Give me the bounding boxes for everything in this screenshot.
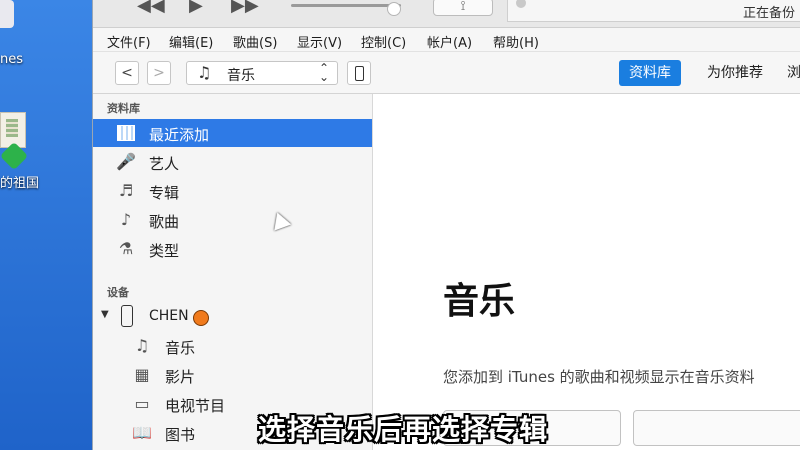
album-icon: ♬ [118,181,134,200]
play-icon[interactable]: ▶ [189,0,203,16]
genre-icon: ⚗ [118,239,134,258]
menu-file[interactable]: 文件(F) [107,32,151,51]
sidebar-item-label: 影片 [165,368,196,386]
media-type-label: 音乐 [227,68,255,84]
sidebar-item-label: 最近添加 [149,126,210,144]
volume-knob[interactable] [387,2,401,16]
status-text: 正在备份 [742,6,795,21]
forward-button[interactable]: > [147,61,171,85]
library-section-title: 资料库 [107,102,140,115]
book-icon: 📖 [132,423,152,442]
sidebar-item-label: 专辑 [149,184,180,202]
menu-song[interactable]: 歌曲(S) [233,32,277,51]
previous-icon[interactable]: ◀◀ [137,0,165,16]
device-name: CHEN [149,308,189,324]
tab-browse[interactable]: 浏 [787,60,800,86]
menu-edit[interactable]: 编辑(E) [169,32,213,51]
sidebar-item-device-music[interactable]: ♫ 音乐 [93,332,372,360]
menu-help[interactable]: 帮助(H) [493,32,539,51]
device-button[interactable] [347,61,371,85]
music-note-icon: ♫ [134,336,150,355]
status-dot-icon [516,0,526,8]
action-button-right[interactable] [633,410,800,446]
tab-library[interactable]: 资料库 [619,60,681,86]
next-icon[interactable]: ▶▶ [231,0,259,16]
tv-icon: ▭ [134,394,150,413]
sidebar-item-label: 音乐 [165,339,196,357]
tab-for-you[interactable]: 为你推荐 [697,60,773,86]
sidebar-item-label: 图书 [165,426,196,444]
volume-slider[interactable] [291,2,401,16]
itunes-desktop-label: nes [0,52,24,67]
chevron-right-icon: > [153,65,165,81]
itunes-desktop-icon[interactable] [0,0,14,28]
sidebar-item-label: 电视节目 [165,397,226,415]
sidebar-item-albums[interactable]: ♬ 专辑 [93,177,372,205]
sync-badge-icon [193,310,209,326]
menu-account[interactable]: 帐户(A) [427,32,472,51]
sidebar-item-artists[interactable]: 🎤 艺人 [93,148,372,176]
sidebar-item-label: 艺人 [149,155,180,173]
player-bar: ◀◀ ▶ ▶▶ ⟟ 正在备份 [93,0,800,28]
sidebar-item-songs[interactable]: ♪ 歌曲 [93,206,372,234]
chevron-updown-icon: ⌃ ⌄ [318,61,329,84]
video-subtitle: 选择音乐后再选择专辑 [258,413,549,446]
sidebar-item-label: 歌曲 [149,213,180,231]
media-type-select[interactable]: ♫ 音乐 ⌃ ⌄ [186,61,338,85]
folder-desktop-label: 的祖国 [0,176,40,191]
chevron-left-icon: < [121,65,133,81]
disclosure-triangle-icon[interactable]: ▼ [101,309,109,320]
menu-controls[interactable]: 控制(C) [361,32,406,51]
back-button[interactable]: < [115,61,139,85]
sidebar-item-recently-added[interactable]: 最近添加 [93,119,372,147]
toolbar: < > ♫ 音乐 ⌃ ⌄ 资料库 为你推荐 浏 [93,52,800,94]
airplay-icon: ⟟ [460,0,466,14]
sidebar-item-genres[interactable]: ⚗ 类型 [93,235,372,263]
microphone-icon: 🎤 [116,152,136,171]
itunes-window: ◀◀ ▶ ▶▶ ⟟ 正在备份 文件(F) 编辑(E) 歌曲(S) 显示(V) 控… [92,0,800,450]
recently-added-icon [115,122,137,144]
menu-bar: 文件(F) 编辑(E) 歌曲(S) 显示(V) 控制(C) 帐户(A) 帮助(H… [93,28,800,52]
airplay-button[interactable]: ⟟ [433,0,493,16]
devices-section-title: 设备 [107,286,129,299]
status-display: 正在备份 [507,0,800,22]
main-content: 音乐 您添加到 iTunes 的歌曲和视频显示在音乐资料 [373,94,800,450]
iphone-icon [121,305,133,327]
sidebar: 资料库 最近添加 🎤 艺人 ♬ 专辑 ♪ 歌曲 ⚗ 类型 设备 ▼ CHEN ♫… [93,94,373,450]
music-note-icon: ♫ [197,63,212,82]
sidebar-item-label: 类型 [149,242,180,260]
sidebar-item-device[interactable]: ▼ CHEN [93,303,372,331]
page-title: 音乐 [443,281,516,322]
film-icon: ▦ [134,365,150,384]
page-description: 您添加到 iTunes 的歌曲和视频显示在音乐资料 [443,368,755,386]
note-icon: ♪ [120,210,132,229]
menu-view[interactable]: 显示(V) [297,32,342,51]
sidebar-item-device-movies[interactable]: ▦ 影片 [93,361,372,389]
desktop-background: nes 的祖国 [0,0,92,450]
iphone-icon [355,66,364,81]
